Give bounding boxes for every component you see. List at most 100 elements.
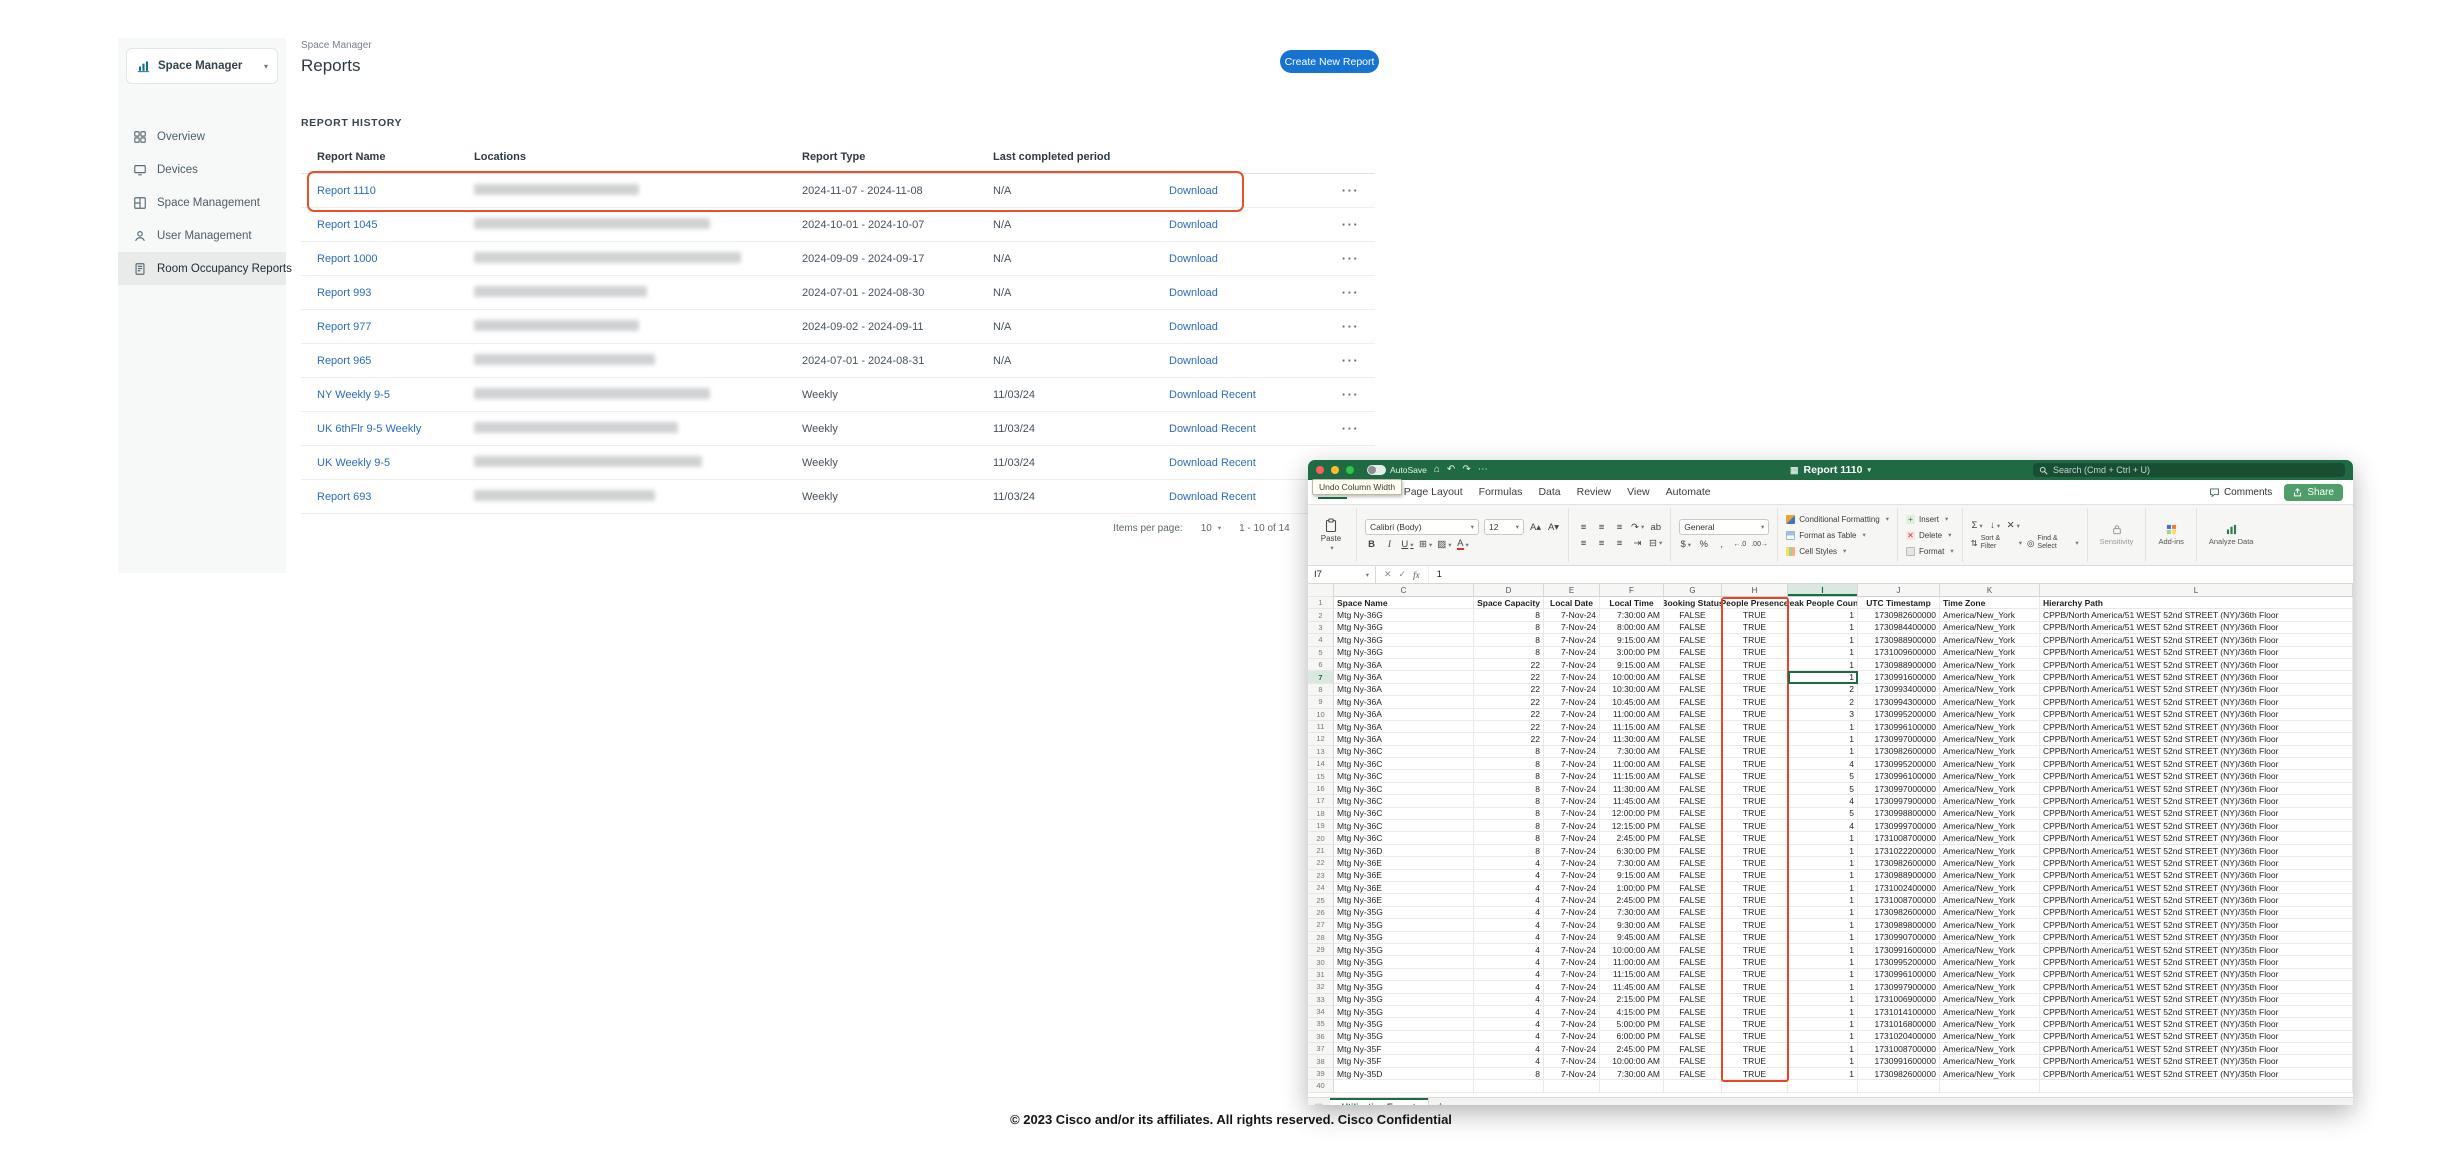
cell[interactable]: 4 [1788,820,1858,832]
cell[interactable]: 7-Nov-24 [1544,659,1600,671]
download-link[interactable]: Download [1169,321,1218,333]
cell[interactable]: CPPB/North America/51 WEST 52nd STREET (… [2040,746,2353,758]
bold-button[interactable]: B [1365,538,1378,551]
cell[interactable]: 11:45:00 AM [1600,795,1664,807]
column-header-L[interactable]: L [2040,584,2353,597]
cell[interactable]: Mtg Ny-36C [1334,820,1474,832]
cell[interactable]: TRUE [1722,857,1788,869]
cell[interactable]: TRUE [1722,994,1788,1006]
cell[interactable]: CPPB/North America/51 WEST 52nd STREET (… [2040,820,2353,832]
row-header-32[interactable]: 32 [1308,981,1334,993]
cell[interactable]: Mtg Ny-36A [1334,659,1474,671]
cell[interactable]: 1 [1788,721,1858,733]
cell[interactable]: FALSE [1664,907,1722,919]
cell[interactable]: 9:30:00 AM [1600,919,1664,931]
cell[interactable]: 1730982600000 [1858,907,1940,919]
cell[interactable]: 11:45:00 AM [1600,981,1664,993]
cell[interactable]: 7-Nov-24 [1544,919,1600,931]
download-link[interactable]: Download [1169,287,1218,299]
cell[interactable]: 7-Nov-24 [1544,981,1600,993]
cell[interactable]: 1 [1788,647,1858,659]
cell[interactable]: America/New_York [1940,969,2040,981]
increase-font-icon[interactable]: A▴ [1529,521,1542,534]
cell[interactable]: 1730989800000 [1858,919,1940,931]
cell[interactable]: 1730996100000 [1858,969,1940,981]
zoom-window-icon[interactable] [1346,466,1354,474]
row-menu-button[interactable]: ··· [1326,183,1375,198]
cell[interactable]: 1 [1788,956,1858,968]
download-link[interactable]: Download Recent [1169,457,1256,469]
cell[interactable]: Mtg Ny-36G [1334,609,1474,621]
cell[interactable]: Mtg Ny-36C [1334,795,1474,807]
cell[interactable]: Mtg Ny-35G [1334,919,1474,931]
cell[interactable]: 4 [1474,1055,1544,1067]
paste-button[interactable]: Paste▾ [1314,518,1348,552]
cell[interactable]: FALSE [1664,956,1722,968]
cell[interactable]: America/New_York [1940,944,2040,956]
cell[interactable]: FALSE [1664,832,1722,844]
download-link[interactable]: Download [1169,355,1218,367]
cell[interactable]: CPPB/North America/51 WEST 52nd STREET (… [2040,1018,2353,1030]
row-header-5[interactable]: 5 [1308,647,1334,659]
cell[interactable]: 1730988900000 [1858,659,1940,671]
cell[interactable]: TRUE [1722,919,1788,931]
number-format-select[interactable]: General▾ [1679,519,1769,535]
workspace-switcher[interactable]: Space Manager ▾ [126,48,278,84]
cell[interactable]: FALSE [1664,758,1722,770]
cell[interactable]: Mtg Ny-36A [1334,709,1474,721]
cell[interactable]: 3:00:00 PM [1600,647,1664,659]
row-header-34[interactable]: 34 [1308,1006,1334,1018]
row-header-26[interactable]: 26 [1308,907,1334,919]
cell[interactable]: TRUE [1722,870,1788,882]
report-name-link[interactable]: Report 965 [317,355,371,367]
cell[interactable] [1474,1080,1544,1092]
cell[interactable]: 4 [1474,894,1544,906]
report-name-link[interactable]: Report 693 [317,491,371,503]
cell[interactable]: America/New_York [1940,795,2040,807]
cell[interactable]: 11:00:00 AM [1600,956,1664,968]
cell[interactable]: TRUE [1722,1068,1788,1080]
cell[interactable]: Mtg Ny-36E [1334,894,1474,906]
cell[interactable]: 7-Nov-24 [1544,1055,1600,1067]
cell[interactable]: 10:45:00 AM [1600,696,1664,708]
cell[interactable]: TRUE [1722,1006,1788,1018]
cell[interactable]: Mtg Ny-36G [1334,634,1474,646]
decrease-font-icon[interactable]: A▾ [1547,521,1560,534]
cell-styles-button[interactable]: Cell Styles▾ [1786,545,1889,558]
row-header-16[interactable]: 16 [1308,783,1334,795]
cell[interactable]: 1 [1788,894,1858,906]
cell[interactable]: 1 [1788,634,1858,646]
row-header-35[interactable]: 35 [1308,1018,1334,1030]
cell[interactable]: America/New_York [1940,882,2040,894]
cell[interactable]: FALSE [1664,647,1722,659]
cell[interactable]: 11:15:00 AM [1600,770,1664,782]
cell[interactable]: Mtg Ny-36C [1334,832,1474,844]
cell[interactable]: 1730993400000 [1858,684,1940,696]
cell[interactable]: 1 [1788,845,1858,857]
cell[interactable]: 1730984400000 [1858,622,1940,634]
cell[interactable]: Mtg Ny-35G [1334,1006,1474,1018]
cell[interactable]: 1730998800000 [1858,808,1940,820]
cell[interactable]: Mtg Ny-36C [1334,758,1474,770]
cell[interactable]: 8 [1474,795,1544,807]
sidebar-item-overview[interactable]: Overview [118,120,286,153]
cell[interactable]: 7-Nov-24 [1544,1006,1600,1018]
cell[interactable]: 1730995200000 [1858,758,1940,770]
cell[interactable]: FALSE [1664,1018,1722,1030]
column-header-H[interactable]: H [1722,584,1788,597]
cell[interactable]: 1 [1788,870,1858,882]
cell[interactable]: 4 [1474,1031,1544,1043]
cell[interactable]: 7-Nov-24 [1544,882,1600,894]
cell[interactable]: 1 [1788,994,1858,1006]
cell[interactable]: 8 [1474,758,1544,770]
cell[interactable]: America/New_York [1940,857,2040,869]
cell[interactable]: 9:15:00 AM [1600,634,1664,646]
cell[interactable]: 11:30:00 AM [1600,733,1664,745]
cell[interactable]: Mtg Ny-36C [1334,770,1474,782]
cell[interactable]: CPPB/North America/51 WEST 52nd STREET (… [2040,907,2353,919]
cell[interactable]: Mtg Ny-36C [1334,783,1474,795]
cell[interactable]: America/New_York [1940,647,2040,659]
cell[interactable]: Mtg Ny-36G [1334,647,1474,659]
cell[interactable]: 8 [1474,746,1544,758]
cell[interactable]: CPPB/North America/51 WEST 52nd STREET (… [2040,634,2353,646]
